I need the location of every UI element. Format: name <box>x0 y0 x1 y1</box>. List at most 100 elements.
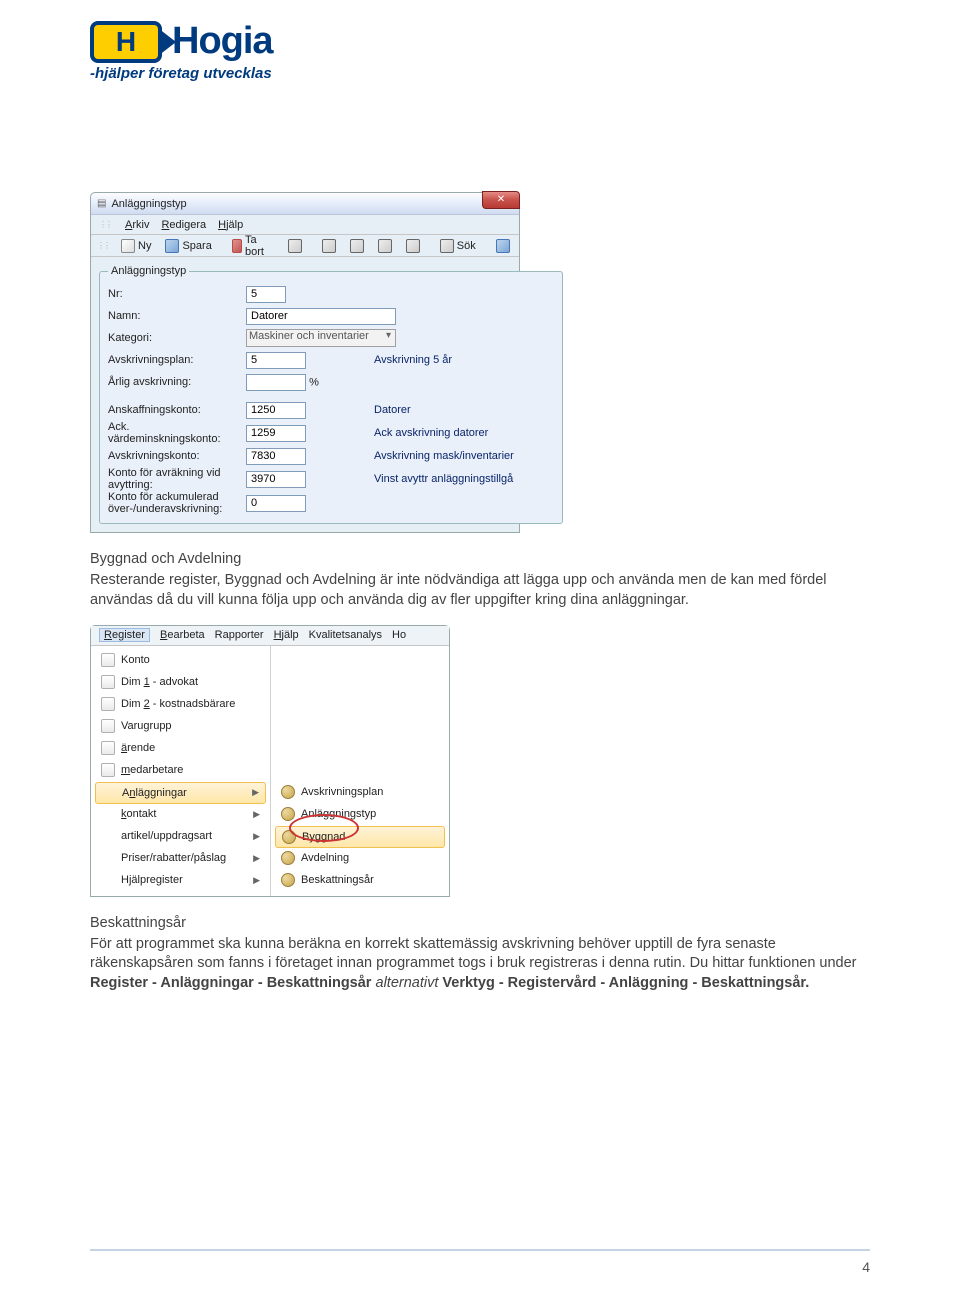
annotation-ellipse <box>289 814 359 842</box>
menu-item-dim1[interactable]: Dim 1 - advokat <box>95 672 266 694</box>
avrak-desc: Vinst avyttr anläggningstillgå <box>374 473 554 485</box>
search-button[interactable]: Sök <box>436 239 480 253</box>
menu-item-kontakt[interactable]: kontakt▶ <box>95 804 266 826</box>
menu-redigera[interactable]: Redigera <box>161 219 206 231</box>
footer-rule <box>90 1249 870 1251</box>
path-strong-2: Verktyg - Registervård - Anläggning - Be… <box>442 975 809 991</box>
menu-item-konto[interactable]: Konto <box>95 650 266 672</box>
ack-label: Ack. värdeminskningskonto: <box>108 421 238 445</box>
nav-last-icon <box>406 239 420 253</box>
nr-input[interactable] <box>246 286 286 303</box>
menu-rapporter[interactable]: Rapporter <box>215 629 264 641</box>
doc-icon <box>101 763 115 777</box>
menu-item-artikel[interactable]: artikel/uppdragsart▶ <box>95 826 266 848</box>
gear-icon <box>281 873 295 887</box>
anskaff-desc: Datorer <box>374 404 554 416</box>
avskriv-desc: Avskrivning mask/inventarier <box>374 450 554 462</box>
avplan-desc: Avskrivning 5 år <box>374 354 554 366</box>
screenshot-register-menu: Register Bearbeta Rapporter Hjälp Kvalit… <box>90 625 450 897</box>
help-button[interactable] <box>492 239 514 253</box>
submenu-arrow-icon: ▶ <box>253 809 260 820</box>
ack-input[interactable] <box>246 425 306 442</box>
ackum-input[interactable] <box>246 495 306 512</box>
nav-first-icon <box>322 239 336 253</box>
print-icon <box>288 239 302 253</box>
screenshot-anlaggningstyp: ▤ Anläggningstyp ✕ ⋮⋮ Arkiv Redigera Hjä… <box>90 192 520 533</box>
avskriv-label: Avskrivningskonto: <box>108 450 238 462</box>
doc-icon <box>101 741 115 755</box>
menu-kvalitet[interactable]: Kvalitetsanalys <box>309 629 382 641</box>
toolbar: ⋮⋮ Ny Spara Ta bort Sök <box>91 235 519 257</box>
page-number: 4 <box>862 1259 870 1275</box>
doc-icon <box>101 697 115 711</box>
anskaff-label: Anskaffningskonto: <box>108 404 238 416</box>
avrak-input[interactable] <box>246 471 306 488</box>
new-icon <box>121 239 135 253</box>
menu-hjalp2[interactable]: Hjälp <box>274 629 299 641</box>
menu-left-panel: Konto Dim 1 - advokat Dim 2 - kostnadsbä… <box>91 646 271 896</box>
window-title: Anläggningstyp <box>111 198 186 210</box>
group-legend: Anläggningstyp <box>108 265 189 277</box>
nav-last-button[interactable] <box>402 239 424 253</box>
avrak-label: Konto för avräkning vid avyttring: <box>108 467 238 491</box>
app-icon: ▤ <box>97 198 106 209</box>
submenu-arrow-icon: ▶ <box>253 831 260 842</box>
delete-icon <box>232 239 242 253</box>
menu-item-anlaggningar[interactable]: Anläggningar▶ <box>95 782 266 804</box>
avplan-input[interactable] <box>246 352 306 369</box>
doc-icon <box>101 675 115 689</box>
nav-next-button[interactable] <box>374 239 396 253</box>
gear-icon <box>281 851 295 865</box>
doc-icon <box>101 653 115 667</box>
submenu-arrow-icon: ▶ <box>253 875 260 886</box>
section2-body: För att programmet ska kunna beräkna en … <box>90 935 870 994</box>
menubar-grip: ⋮⋮ <box>99 220 111 229</box>
menu-arkiv[interactable]: Arkiv <box>125 219 149 231</box>
search-icon <box>440 239 454 253</box>
menu-register[interactable]: Register <box>99 628 150 642</box>
nr-label: Nr: <box>108 288 238 300</box>
avplan-label: Avskrivningsplan: <box>108 354 238 366</box>
menu-item-varugrupp[interactable]: Varugrupp <box>95 716 266 738</box>
titlebar: ▤ Anläggningstyp ✕ <box>91 193 519 215</box>
namn-input[interactable] <box>246 308 396 325</box>
submenu-avdelning[interactable]: Avdelning <box>275 848 445 870</box>
doc-icon <box>101 719 115 733</box>
avskriv-input[interactable] <box>246 448 306 465</box>
arlig-input[interactable] <box>246 374 306 391</box>
logo-tagline: -hjälper företag utvecklas <box>90 65 870 82</box>
print-button[interactable] <box>284 239 306 253</box>
delete-button[interactable]: Ta bort <box>228 234 272 258</box>
submenu-beskattningsar[interactable]: Beskattningsår <box>275 870 445 892</box>
menu-item-hjalpregister[interactable]: Hjälpregister▶ <box>95 870 266 892</box>
section1-body: Resterande register, Byggnad och Avdelni… <box>90 571 870 610</box>
arlig-suffix: % <box>309 376 319 388</box>
nav-first-button[interactable] <box>318 239 340 253</box>
nav-prev-icon <box>350 239 364 253</box>
menu-bearbeta[interactable]: Bearbeta <box>160 629 205 641</box>
anskaff-input[interactable] <box>246 402 306 419</box>
ackum-label: Konto för ackumulerad över-/underavskriv… <box>108 491 238 515</box>
gear-icon <box>281 785 295 799</box>
menu-hjalp[interactable]: Hjälp <box>218 219 243 231</box>
arlig-label: Årlig avskrivning: <box>108 376 238 388</box>
save-icon <box>165 239 179 253</box>
gear-icon <box>281 807 295 821</box>
kategori-select[interactable]: Maskiner och inventarier <box>246 329 396 347</box>
logo-block: H Hogia -hjälper företag utvecklas <box>90 20 870 82</box>
new-button[interactable]: Ny <box>117 239 155 253</box>
submenu-arrow-icon: ▶ <box>252 787 259 798</box>
save-button[interactable]: Spara <box>161 239 215 253</box>
close-button[interactable]: ✕ <box>482 191 520 209</box>
menu-right-panel: Avskrivningsplan Anläggningstyp Byggnad … <box>271 646 449 896</box>
menu-item-medarbetare[interactable]: medarbetare <box>95 760 266 782</box>
menu-item-priser[interactable]: Priser/rabatter/påslag▶ <box>95 848 266 870</box>
menu-ho[interactable]: Ho <box>392 629 406 641</box>
menu-item-arende[interactable]: ärende <box>95 738 266 760</box>
kategori-label: Kategori: <box>108 332 238 344</box>
menu-item-dim2[interactable]: Dim 2 - kostnadsbärare <box>95 694 266 716</box>
nav-prev-button[interactable] <box>346 239 368 253</box>
help-icon <box>496 239 510 253</box>
submenu-avskrivningsplan[interactable]: Avskrivningsplan <box>275 782 445 804</box>
path-strong-1: Register - Anläggningar - Beskattningsår <box>90 975 371 991</box>
